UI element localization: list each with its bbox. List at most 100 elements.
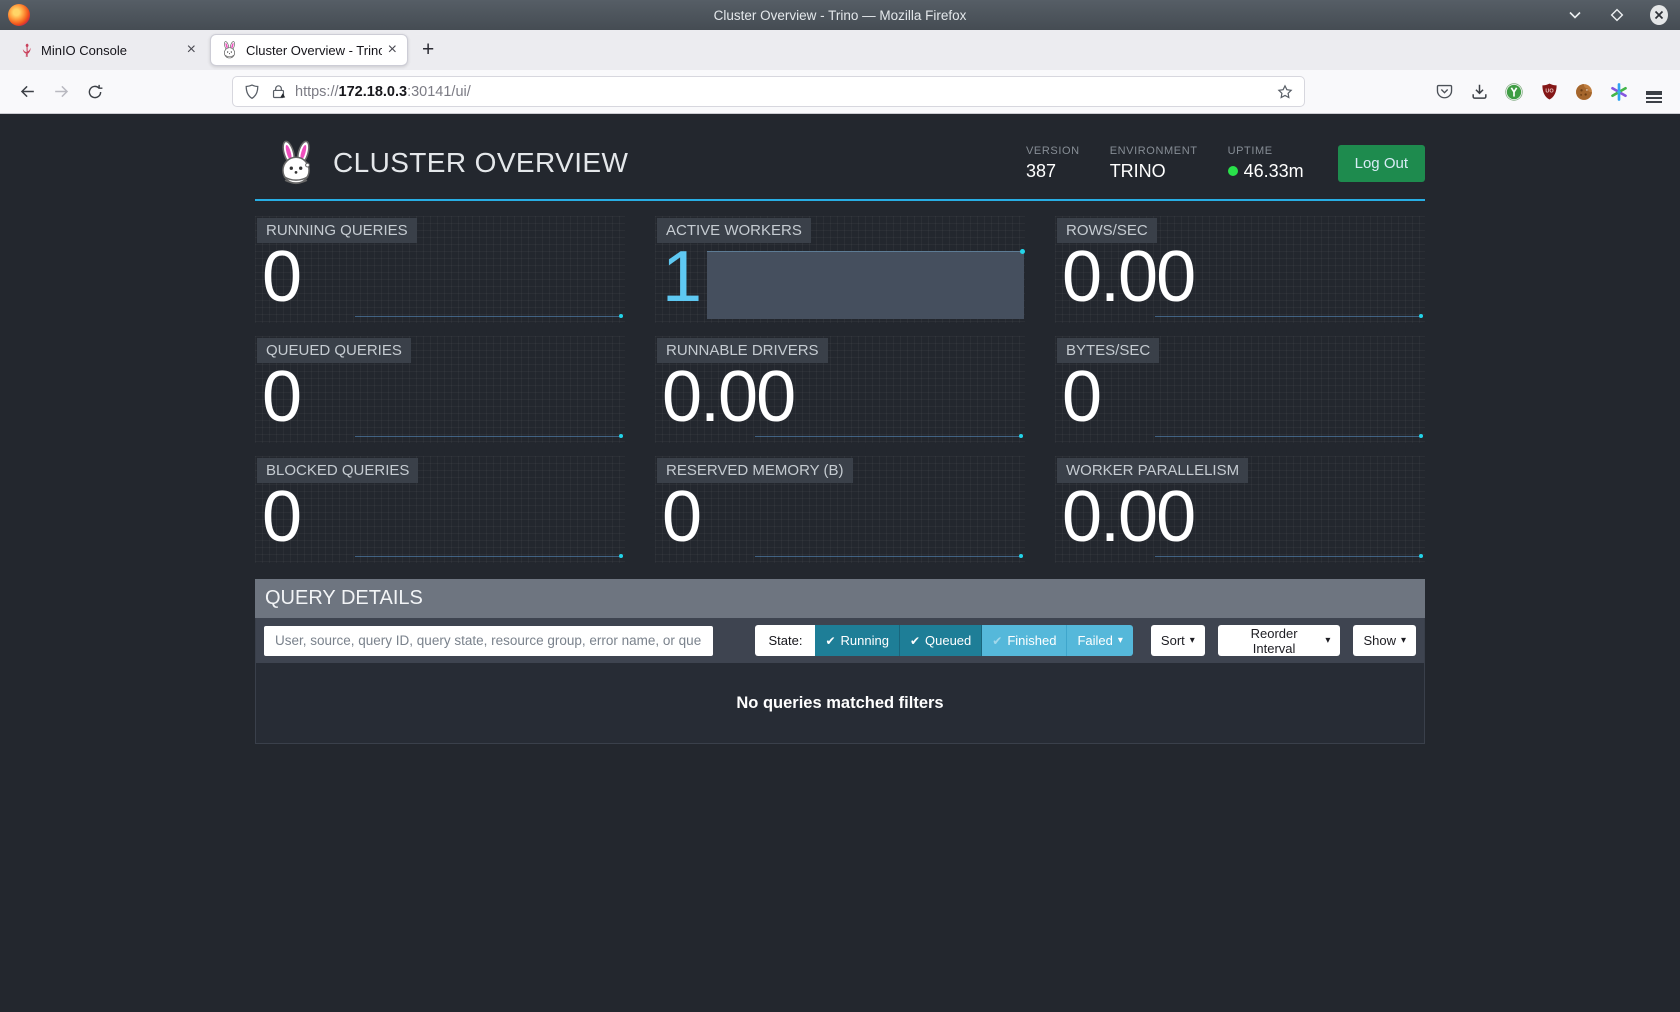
diamond-icon [1610, 8, 1624, 22]
logout-button[interactable]: Log Out [1338, 145, 1425, 182]
query-details-title: QUERY DETAILS [255, 579, 1425, 618]
state-filter-label: State: [755, 625, 815, 656]
stat-label: WORKER PARALLELISM [1057, 458, 1248, 483]
navigation-toolbar: https://172.18.0.3:30141/ui/ UO [0, 70, 1680, 114]
colorful-asterisk-icon [1609, 82, 1629, 102]
stat-tile-bytes-sec: 0 BYTES/SEC [1055, 336, 1425, 443]
svg-text:UO: UO [1545, 89, 1554, 95]
stat-tile-running-queries: 0 RUNNING QUERIES [255, 216, 625, 323]
state-filter-failed-dropdown[interactable]: Failed ▾ [1067, 625, 1132, 656]
state-filter-group: State: ✔ Running ✔ Queued ✔ Finished Fa [755, 625, 1132, 656]
query-details-panel: State: ✔ Running ✔ Queued ✔ Finished Fa [255, 618, 1425, 744]
area-chart [707, 251, 1024, 319]
back-arrow-icon [18, 82, 37, 101]
url-bar[interactable]: https://172.18.0.3:30141/ui/ [232, 76, 1305, 107]
chevron-down-icon: ▾ [1190, 635, 1195, 646]
downloads-button[interactable] [1469, 82, 1489, 102]
new-tab-button[interactable]: + [422, 38, 434, 62]
check-icon: ✔ [825, 634, 835, 648]
query-list-area: No queries matched filters [256, 663, 1424, 743]
stat-value: 0.00 [1062, 480, 1194, 556]
sparkline-chart [755, 556, 1022, 557]
reorder-interval-dropdown-button[interactable]: Reorder Interval ▾ [1218, 625, 1341, 656]
stat-value: 1 [662, 240, 700, 316]
sparkline-chart [355, 316, 622, 317]
tab-close-icon[interactable]: × [187, 42, 196, 58]
state-filter-text: Running [841, 633, 889, 648]
minio-flamingo-icon [18, 42, 33, 58]
back-button[interactable] [10, 82, 44, 101]
stat-tile-worker-parallelism: 0.00 WORKER PARALLELISM [1055, 456, 1425, 563]
stat-label: ACTIVE WORKERS [657, 218, 811, 243]
stat-tile-active-workers: 1 ACTIVE WORKERS [655, 216, 1025, 323]
forward-button[interactable] [44, 82, 78, 101]
stat-label: RUNNABLE DRIVERS [657, 338, 828, 363]
state-filter-finished[interactable]: ✔ Finished [982, 625, 1067, 656]
sparkline-dot-icon [1419, 314, 1423, 318]
cookie-extension-button[interactable] [1574, 82, 1594, 102]
lock-warning-icon[interactable] [270, 83, 287, 100]
pocket-button[interactable] [1434, 82, 1454, 102]
asterisk-extension-button[interactable] [1609, 82, 1629, 102]
stat-value: 0.00 [662, 360, 794, 436]
sparkline-chart [1155, 556, 1422, 557]
tab-title: MinIO Console [41, 43, 181, 58]
environment-label: ENVIRONMENT [1110, 145, 1198, 157]
green-circle-extension-icon [1504, 82, 1524, 102]
tab-minio-console[interactable]: MinIO Console × [8, 34, 206, 66]
version-label: VERSION [1026, 145, 1080, 157]
state-filter-text: Failed [1077, 633, 1112, 648]
uptime-value: 46.33m [1244, 161, 1304, 182]
stats-grid: 0 RUNNING QUERIES 1 ACTIVE WORKERS 0.00 … [255, 216, 1425, 563]
close-icon [1650, 5, 1668, 25]
version-info: VERSION 387 [1026, 145, 1080, 182]
stat-label: QUEUED QUERIES [257, 338, 411, 363]
show-dropdown-button[interactable]: Show ▾ [1353, 625, 1416, 656]
maximize-button[interactable] [1608, 6, 1626, 24]
tab-cluster-overview-trino[interactable]: Cluster Overview - Trino × [210, 34, 408, 66]
stat-tile-blocked-queries: 0 BLOCKED QUERIES [255, 456, 625, 563]
stat-tile-queued-queries: 0 QUEUED QUERIES [255, 336, 625, 443]
uptime-info: UPTIME 46.33m [1228, 145, 1304, 182]
trino-bunny-icon [221, 41, 238, 59]
extension-privacy-button[interactable] [1504, 82, 1524, 102]
sort-label: Sort [1161, 633, 1185, 648]
stat-value: 0 [262, 360, 300, 436]
stat-value: 0 [1062, 360, 1100, 436]
sparkline-dot-icon [619, 434, 623, 438]
download-icon [1470, 82, 1489, 101]
sparkline-dot-icon [1419, 434, 1423, 438]
sparkline-dot-icon [1419, 554, 1423, 558]
tab-close-icon[interactable]: × [388, 42, 397, 58]
stat-value: 0 [662, 480, 700, 556]
reload-button[interactable] [78, 83, 112, 101]
stat-value: 0 [262, 480, 300, 556]
query-search-input[interactable] [264, 626, 713, 656]
empty-queries-message: No queries matched filters [736, 694, 943, 713]
uptime-status-dot [1228, 166, 1238, 176]
tab-title: Cluster Overview - Trino [246, 43, 382, 58]
sparkline-dot-icon [1019, 434, 1023, 438]
ublock-origin-button[interactable]: UO [1539, 82, 1559, 102]
show-label: Show [1363, 633, 1396, 648]
state-filter-text: Finished [1007, 633, 1056, 648]
state-filter-text: Queued [925, 633, 971, 648]
check-icon: ✔ [910, 634, 920, 648]
stat-label: RUNNING QUERIES [257, 218, 417, 243]
close-button[interactable] [1650, 6, 1668, 24]
minimize-button[interactable] [1566, 6, 1584, 24]
url-text: https://172.18.0.3:30141/ui/ [295, 84, 1276, 100]
state-filter-queued[interactable]: ✔ Queued [900, 625, 982, 656]
trino-bunny-logo-icon [275, 140, 317, 186]
ublock-shield-icon: UO [1540, 82, 1559, 101]
stat-label: BLOCKED QUERIES [257, 458, 418, 483]
stat-tile-reserved-memory: 0 RESERVED MEMORY (B) [655, 456, 1025, 563]
menu-button[interactable] [1644, 82, 1664, 102]
forward-arrow-icon [52, 82, 71, 101]
sparkline-dot-icon [619, 314, 623, 318]
shield-icon[interactable] [243, 83, 261, 101]
bookmark-star-icon[interactable] [1276, 83, 1294, 101]
sparkline-chart [755, 436, 1022, 437]
sort-dropdown-button[interactable]: Sort ▾ [1151, 625, 1205, 656]
state-filter-running[interactable]: ✔ Running [815, 625, 900, 656]
